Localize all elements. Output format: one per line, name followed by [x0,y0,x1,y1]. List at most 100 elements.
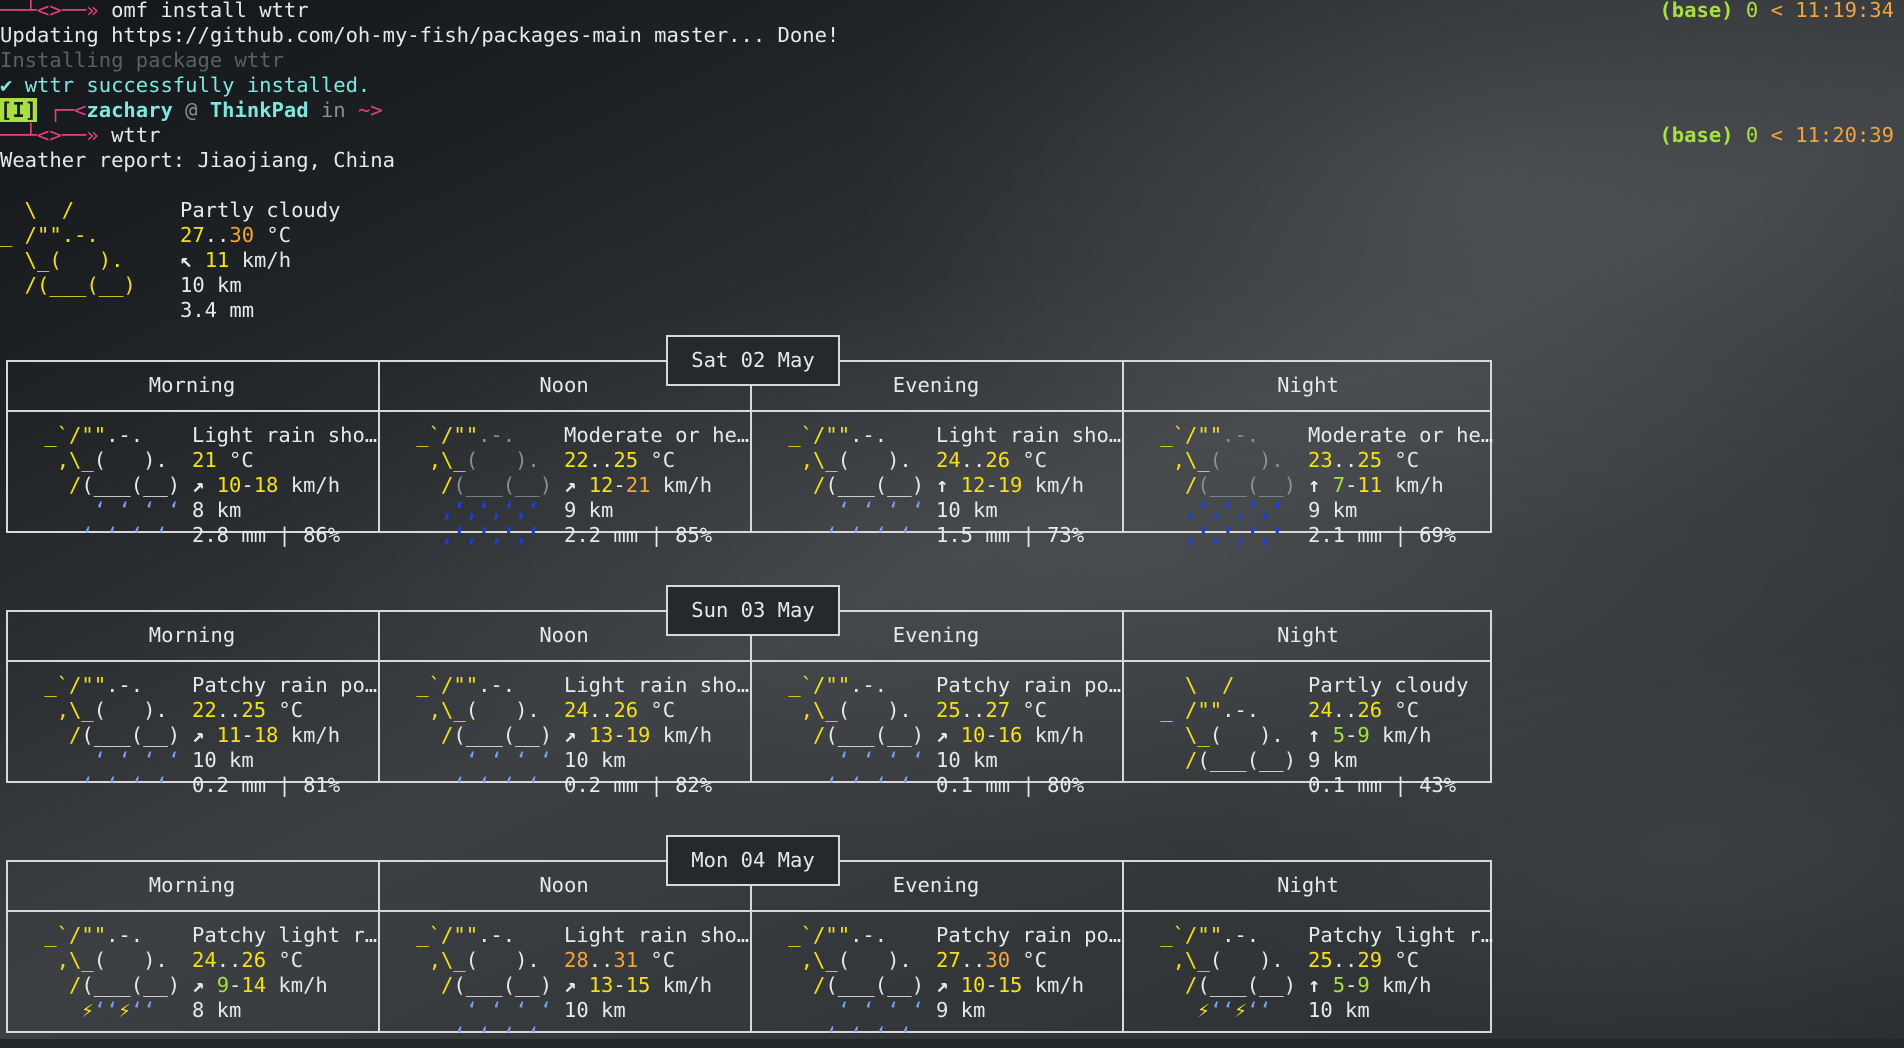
current-visibility: 10 km [180,273,242,297]
prompt-host: ThinkPad [209,98,309,122]
wind-arrow-icon: ↑ [936,473,949,497]
period-condition: Patchy light r… [192,923,378,947]
period-title: Morning [148,623,236,647]
period-title: Morning [148,873,236,897]
period-condition: Light rain sho… [192,423,378,447]
period-visibility: 10 km [936,748,998,772]
wind-arrow-icon: ↗ [192,723,205,747]
wind-arrow-icon: ↗ [564,473,577,497]
wind-arrow-icon: ↑ [1308,473,1321,497]
wind-arrow-icon: ↑ [1308,973,1321,997]
period-title: Night [1277,373,1339,397]
light-rain-icon: _`/"".-. ,\_( ). /(___(__) ‘ ‘ ‘ ‘ ‘ ‘ ‘… [416,673,553,797]
period-temperature: 22..25 °C [192,698,304,722]
period-condition: Moderate or he… [1308,423,1494,447]
terminal-window[interactable]: ──┴<>──» omf install wttr (base) 0 < 11:… [0,0,1904,1047]
period-visibility: 10 km [1308,998,1370,1022]
divider [6,910,1492,912]
forecast-day: Sun 03 May Morning _`/"".-. ,\_( ). /(___… [6,585,1494,797]
period-temperature: 25..29 °C [1308,948,1420,972]
period-wind: ↗ 10-18 km/h [192,473,341,497]
period-wind: ↑ 5-9 km/h [1308,973,1432,997]
command-text: omf install wttr [111,0,309,22]
period-wind: ↑ 12-19 km/h [936,473,1085,497]
wind-arrow-icon: ↗ [192,973,205,997]
vi-mode-badge: [I] [0,98,38,122]
period-temperature: 24..26 °C [564,698,676,722]
period-wind: ↗ 10-15 km/h [936,973,1085,997]
period-temperature: 28..31 °C [564,948,676,972]
prompt-arrow: ──┴<>──» [0,0,99,22]
prompt-line-1: ──┴<>──» omf install wttr [0,0,309,23]
check-icon: ✔ [0,73,13,97]
wind-arrow-icon: ↗ [936,723,949,747]
period-precipitation: 0.1 mm | 43% [1308,773,1457,797]
period-wind: ↗ 9-14 km/h [192,973,328,997]
period-condition: Patchy rain po… [936,673,1122,697]
current-temperature: 27..30 °C [180,223,292,247]
prompt-cwd: ~> [357,98,383,122]
period-condition: Light rain sho… [564,673,750,697]
wind-arrow-icon: ↗ [936,973,949,997]
thundery-rain-icon: _`/"".-. ,\_( ). /(___(__) ⚡‘‘⚡‘‘ [44,923,181,1022]
output-installing: Installing package wttr [0,48,284,72]
wind-arrow-icon: ↑ [1308,723,1321,747]
output-success: ✔ wttr successfully installed. [0,73,371,97]
period-visibility: 10 km [192,748,254,772]
period-temperature: 27..30 °C [936,948,1048,972]
period-wind: ↗ 13-15 km/h [564,973,713,997]
prompt-user: zachary [86,98,173,122]
period-precipitation: 2.2 mm | 85% [564,523,713,547]
period-title: Night [1277,873,1339,897]
divider [6,410,1492,412]
light-rain-icon: _`/"".-. ,\_( ). /(___(__) ‘ ‘ ‘ ‘ ‘ ‘ ‘… [44,423,181,547]
period-temperature: 21 °C [192,448,254,472]
divider [6,660,1492,662]
partly-cloudy-icon: \ / _ /"".-. \_( ). /(___(__) [1160,673,1297,772]
period-wind: ↗ 13-19 km/h [564,723,713,747]
period-condition: Light rain sho… [936,423,1122,447]
weather-report-title: Weather report: Jiaojiang, China [0,148,395,172]
current-precipitation: 3.4 mm [180,298,255,322]
current-condition: Partly cloudy [180,198,341,222]
period-visibility: 10 km [936,498,998,522]
period-wind: ↑ 7-11 km/h [1308,473,1444,497]
period-condition: Light rain sho… [564,923,750,947]
forecast-day: Mon 04 May Morning _`/"".-. ,\_( ). /(___… [6,835,1494,1047]
output-updating: Updating https://github.com/oh-my-fish/p… [0,23,840,47]
period-temperature: 24..26 °C [936,448,1048,472]
period-condition: Partly cloudy [1308,673,1469,697]
period-title: Night [1277,623,1339,647]
heavy-rain-icon: _`/"".-. ,\_( ). /(___(__) ‚ʻ‚ʻ‚ʻ‚ʻ ‚ʻ‚ʻ… [1160,423,1297,547]
prompt-line-2: [I] ┌─<zachary @ ThinkPad in ~> [0,98,383,122]
period-condition: Moderate or he… [564,423,750,447]
day-date: Sat 02 May [666,335,840,386]
period-temperature: 22..25 °C [564,448,676,472]
wind-arrow-icon: ↗ [564,723,577,747]
thundery-rain-icon: _`/"".-. ,\_( ). /(___(__) ⚡‘‘⚡‘‘ [1160,923,1297,1022]
period-visibility: 9 km [936,998,986,1022]
period-precipitation: 1.5 mm | 73% [936,523,1085,547]
period-wind: ↗ 10-16 km/h [936,723,1085,747]
period-condition: Patchy rain po… [936,923,1122,947]
period-temperature: 24..26 °C [1308,698,1420,722]
clock-time: 11:20:39 [1795,123,1894,147]
right-prompt-2: (base) 0 < 11:20:39 [1659,123,1894,147]
period-precipitation: 2.8 mm | 86% [192,523,341,547]
period-visibility: 8 km [192,998,242,1022]
right-prompt-1: (base) 0 < 11:19:34 [1659,0,1894,22]
day-date: Mon 04 May [666,835,840,886]
period-wind: ↗ 11-18 km/h [192,723,341,747]
period-precipitation: 0.2 mm | 82% [564,773,713,797]
current-wind: ↖ 11 km/h [180,248,292,272]
period-temperature: 24..26 °C [192,948,304,972]
period-temperature: 23..25 °C [1308,448,1420,472]
command-text: wttr [111,123,161,147]
period-precipitation: 0.2 mm | 81% [192,773,341,797]
light-rain-icon: _`/"".-. ,\_( ). /(___(__) ‘ ‘ ‘ ‘ ‘ ‘ ‘… [788,923,925,1047]
period-visibility: 10 km [564,998,626,1022]
period-title: Morning [148,373,236,397]
prompt-line-3: ──┴<>──» wttr [0,123,161,147]
period-condition: Patchy rain po… [192,673,378,697]
period-precipitation: 0.1 mm | 80% [936,773,1085,797]
